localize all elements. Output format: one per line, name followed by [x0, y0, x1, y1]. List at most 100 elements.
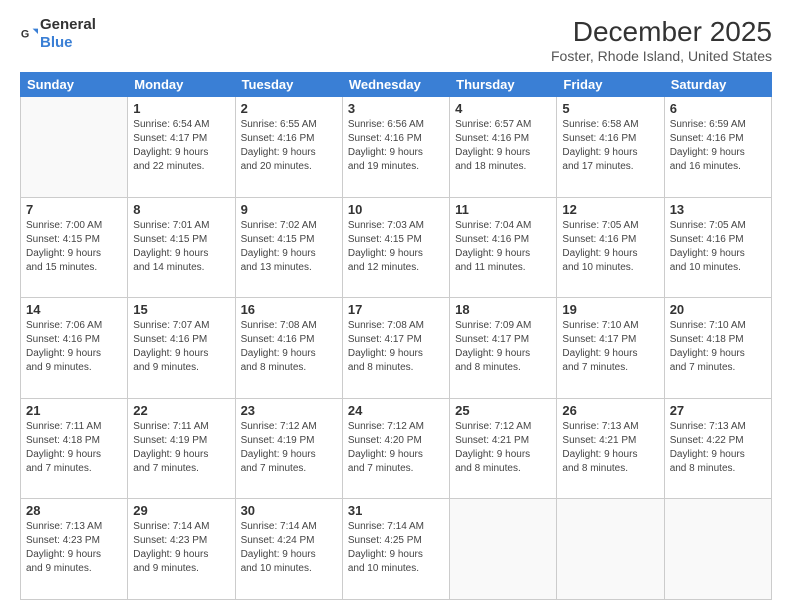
day-cell: 3 Sunrise: 6:56 AM Sunset: 4:16 PM Daylig… — [342, 97, 449, 198]
day-number: 30 — [241, 503, 337, 518]
day-number: 18 — [455, 302, 551, 317]
day-number: 6 — [670, 101, 766, 116]
day-number: 26 — [562, 403, 658, 418]
day-cell: 21Sunrise: 7:11 AM Sunset: 4:18 PM Dayli… — [21, 398, 128, 499]
day-cell: 12 Sunrise: 7:05 AM Sunset: 4:16 PM Dayli… — [557, 197, 664, 298]
day-info: Sunrise: 6:59 AM Sunset: 4:16 PM Dayligh… — [670, 118, 766, 174]
day-number: 22 — [133, 403, 229, 418]
day-number: 3 — [348, 101, 444, 116]
svg-text:G: G — [21, 29, 29, 41]
day-cell — [557, 499, 664, 600]
day-info: Sunrise: 7:12 AM Sunset: 4:20 PM Dayligh… — [348, 420, 444, 476]
day-number: 17 — [348, 302, 444, 317]
day-info: Sunrise: 7:12 AM Sunset: 4:21 PM Dayligh… — [455, 420, 551, 476]
day-info: Sunrise: 7:13 AM Sunset: 4:23 PM Dayligh… — [26, 520, 122, 576]
day-info: Sunrise: 7:10 AM Sunset: 4:18 PM Dayligh… — [670, 319, 766, 375]
day-info: Sunrise: 7:03 AM Sunset: 4:15 PM Dayligh… — [348, 219, 444, 275]
day-info: Sunrise: 6:58 AM Sunset: 4:16 PM Dayligh… — [562, 118, 658, 174]
location-title: Foster, Rhode Island, United States — [551, 48, 772, 64]
day-info: Sunrise: 7:09 AM Sunset: 4:17 PM Dayligh… — [455, 319, 551, 375]
day-cell: 4Sunrise: 6:57 AM Sunset: 4:16 PM Daylig… — [450, 97, 557, 198]
page: G General Blue December 2025 Foster, Rho… — [0, 0, 792, 612]
day-cell: 30 Sunrise: 7:14 AM Sunset: 4:24 PM Dayli… — [235, 499, 342, 600]
week-row-4: 28 Sunrise: 7:13 AM Sunset: 4:23 PM Dayli… — [21, 499, 772, 600]
day-number: 28 — [26, 503, 122, 518]
day-number: 23 — [241, 403, 337, 418]
logo-text: General Blue — [40, 16, 96, 52]
day-info: Sunrise: 7:12 AM Sunset: 4:19 PM Dayligh… — [241, 420, 337, 476]
day-cell: 26Sunrise: 7:13 AM Sunset: 4:21 PM Dayli… — [557, 398, 664, 499]
header: G General Blue December 2025 Foster, Rho… — [20, 16, 772, 64]
day-info: Sunrise: 7:14 AM Sunset: 4:25 PM Dayligh… — [348, 520, 444, 576]
day-cell: 13Sunrise: 7:05 AM Sunset: 4:16 PM Dayli… — [664, 197, 771, 298]
logo-blue-text: Blue — [40, 34, 73, 51]
day-cell: 19 Sunrise: 7:10 AM Sunset: 4:17 PM Dayli… — [557, 298, 664, 399]
col-header-sunday: Sunday — [21, 73, 128, 97]
day-number: 7 — [26, 202, 122, 217]
day-cell: 5Sunrise: 6:58 AM Sunset: 4:16 PM Daylig… — [557, 97, 664, 198]
day-info: Sunrise: 6:54 AM Sunset: 4:17 PM Dayligh… — [133, 118, 229, 174]
day-number: 1 — [133, 101, 229, 116]
day-number: 4 — [455, 101, 551, 116]
day-info: Sunrise: 7:13 AM Sunset: 4:22 PM Dayligh… — [670, 420, 766, 476]
day-info: Sunrise: 7:14 AM Sunset: 4:23 PM Dayligh… — [133, 520, 229, 576]
day-info: Sunrise: 7:10 AM Sunset: 4:17 PM Dayligh… — [562, 319, 658, 375]
day-info: Sunrise: 7:06 AM Sunset: 4:16 PM Dayligh… — [26, 319, 122, 375]
day-number: 19 — [562, 302, 658, 317]
logo: G General Blue — [20, 16, 96, 52]
day-info: Sunrise: 7:04 AM Sunset: 4:16 PM Dayligh… — [455, 219, 551, 275]
week-row-1: 7 Sunrise: 7:00 AM Sunset: 4:15 PM Daylig… — [21, 197, 772, 298]
day-info: Sunrise: 7:11 AM Sunset: 4:19 PM Dayligh… — [133, 420, 229, 476]
day-cell: 29 Sunrise: 7:14 AM Sunset: 4:23 PM Dayli… — [128, 499, 235, 600]
col-header-saturday: Saturday — [664, 73, 771, 97]
day-info: Sunrise: 7:07 AM Sunset: 4:16 PM Dayligh… — [133, 319, 229, 375]
day-cell: 22 Sunrise: 7:11 AM Sunset: 4:19 PM Dayli… — [128, 398, 235, 499]
day-info: Sunrise: 7:08 AM Sunset: 4:17 PM Dayligh… — [348, 319, 444, 375]
day-info: Sunrise: 7:05 AM Sunset: 4:16 PM Dayligh… — [670, 219, 766, 275]
day-cell: 1 Sunrise: 6:54 AM Sunset: 4:17 PM Daylig… — [128, 97, 235, 198]
day-number: 14 — [26, 302, 122, 317]
day-number: 24 — [348, 403, 444, 418]
day-info: Sunrise: 7:05 AM Sunset: 4:16 PM Dayligh… — [562, 219, 658, 275]
logo-general-text: General — [40, 16, 96, 33]
day-cell: 27 Sunrise: 7:13 AM Sunset: 4:22 PM Dayli… — [664, 398, 771, 499]
col-header-friday: Friday — [557, 73, 664, 97]
title-section: December 2025 Foster, Rhode Island, Unit… — [551, 16, 772, 64]
col-header-tuesday: Tuesday — [235, 73, 342, 97]
day-info: Sunrise: 6:56 AM Sunset: 4:16 PM Dayligh… — [348, 118, 444, 174]
day-cell: 9Sunrise: 7:02 AM Sunset: 4:15 PM Daylig… — [235, 197, 342, 298]
day-number: 29 — [133, 503, 229, 518]
day-info: Sunrise: 7:01 AM Sunset: 4:15 PM Dayligh… — [133, 219, 229, 275]
day-number: 25 — [455, 403, 551, 418]
day-info: Sunrise: 7:14 AM Sunset: 4:24 PM Dayligh… — [241, 520, 337, 576]
week-row-2: 14 Sunrise: 7:06 AM Sunset: 4:16 PM Dayli… — [21, 298, 772, 399]
logo-icon: G — [20, 25, 38, 43]
day-number: 2 — [241, 101, 337, 116]
day-cell: 23 Sunrise: 7:12 AM Sunset: 4:19 PM Dayli… — [235, 398, 342, 499]
col-header-wednesday: Wednesday — [342, 73, 449, 97]
day-number: 12 — [562, 202, 658, 217]
day-info: Sunrise: 7:11 AM Sunset: 4:18 PM Dayligh… — [26, 420, 122, 476]
day-cell: 7 Sunrise: 7:00 AM Sunset: 4:15 PM Daylig… — [21, 197, 128, 298]
day-cell: 16Sunrise: 7:08 AM Sunset: 4:16 PM Dayli… — [235, 298, 342, 399]
day-cell: 2Sunrise: 6:55 AM Sunset: 4:16 PM Daylig… — [235, 97, 342, 198]
day-cell: 11Sunrise: 7:04 AM Sunset: 4:16 PM Dayli… — [450, 197, 557, 298]
day-cell: 6 Sunrise: 6:59 AM Sunset: 4:16 PM Daylig… — [664, 97, 771, 198]
day-cell: 15Sunrise: 7:07 AM Sunset: 4:16 PM Dayli… — [128, 298, 235, 399]
col-header-thursday: Thursday — [450, 73, 557, 97]
day-cell: 17 Sunrise: 7:08 AM Sunset: 4:17 PM Dayli… — [342, 298, 449, 399]
calendar-table: SundayMondayTuesdayWednesdayThursdayFrid… — [20, 72, 772, 600]
col-header-monday: Monday — [128, 73, 235, 97]
day-info: Sunrise: 7:00 AM Sunset: 4:15 PM Dayligh… — [26, 219, 122, 275]
day-cell: 18 Sunrise: 7:09 AM Sunset: 4:17 PM Dayli… — [450, 298, 557, 399]
day-cell: 8 Sunrise: 7:01 AM Sunset: 4:15 PM Daylig… — [128, 197, 235, 298]
day-number: 8 — [133, 202, 229, 217]
day-number: 31 — [348, 503, 444, 518]
day-cell — [664, 499, 771, 600]
day-cell: 20Sunrise: 7:10 AM Sunset: 4:18 PM Dayli… — [664, 298, 771, 399]
week-row-0: 1 Sunrise: 6:54 AM Sunset: 4:17 PM Daylig… — [21, 97, 772, 198]
day-cell: 14 Sunrise: 7:06 AM Sunset: 4:16 PM Dayli… — [21, 298, 128, 399]
day-number: 10 — [348, 202, 444, 217]
day-number: 27 — [670, 403, 766, 418]
day-cell — [450, 499, 557, 600]
